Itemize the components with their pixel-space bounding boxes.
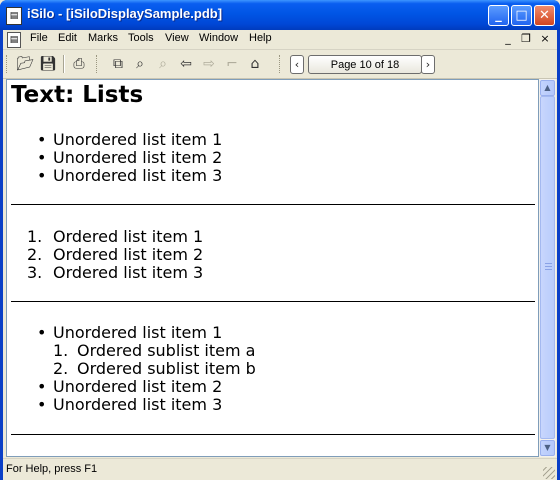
app-window: ▤ iSilo - [iSiloDisplaySample.pdb] _ □ ✕… <box>0 0 560 480</box>
home-icon[interactable]: ⌂ <box>245 54 265 74</box>
bullet-icon: • <box>37 130 47 149</box>
bullet-icon: • <box>37 395 47 414</box>
menu-view[interactable]: View <box>165 32 189 44</box>
mdi-restore-button[interactable]: ❐ <box>518 32 534 46</box>
find-icon[interactable]: ⌕ <box>130 54 150 74</box>
toolbar-grip[interactable] <box>279 55 283 73</box>
bookmark-icon[interactable]: ⌐ <box>222 54 242 74</box>
minimize-button[interactable]: _ <box>488 5 509 26</box>
menu-bar: ▤ File Edit Marks Tools View Window Help… <box>3 30 557 50</box>
page-title: Text: Lists <box>11 82 144 108</box>
bullet-icon: • <box>37 166 47 185</box>
title-bar[interactable]: ▤ iSilo - [iSiloDisplaySample.pdb] _ □ ✕ <box>0 0 560 30</box>
list-item: Unordered list item 2 <box>53 377 223 396</box>
isilo-doc-icon[interactable]: ▤ <box>6 7 22 25</box>
forward-icon[interactable]: ⇨ <box>199 54 219 74</box>
list-number: 2. <box>53 359 69 378</box>
sublist-item: Ordered sublist item b <box>77 359 256 378</box>
list-item: Unordered list item 2 <box>53 148 223 167</box>
list-number: 2. <box>27 245 43 264</box>
list-number: 3. <box>27 263 43 282</box>
list-item: Unordered list item 1 <box>53 130 223 149</box>
copy-icon[interactable]: ⧉ <box>108 54 128 74</box>
menu-help[interactable]: Help <box>249 32 272 44</box>
document-menu-icon[interactable]: ▤ <box>7 32 21 48</box>
find-next-icon[interactable]: ⌕ <box>153 54 173 74</box>
vertical-scrollbar[interactable]: ▲ ▼ <box>539 79 556 457</box>
mdi-close-button[interactable]: × <box>537 32 553 46</box>
menu-marks[interactable]: Marks <box>88 32 118 44</box>
maximize-button[interactable]: □ <box>511 5 532 26</box>
previous-page-button[interactable]: ‹ <box>290 55 304 74</box>
back-icon[interactable]: ⇦ <box>176 54 196 74</box>
client-area: ▤ File Edit Marks Tools View Window Help… <box>3 30 557 480</box>
bullet-icon: • <box>37 377 47 396</box>
list-item: Unordered list item 1 <box>53 323 223 342</box>
list-item: Unordered list item 3 <box>53 395 223 414</box>
toolbar-separator <box>63 55 65 73</box>
menu-tools[interactable]: Tools <box>128 32 154 44</box>
menu-edit[interactable]: Edit <box>58 32 77 44</box>
bullet-icon: • <box>37 148 47 167</box>
status-bar: For Help, press F1 <box>3 458 557 480</box>
horizontal-rule <box>11 301 535 302</box>
page-indicator[interactable]: Page 10 of 18 <box>308 55 422 74</box>
list-number: 1. <box>27 227 43 246</box>
print-icon[interactable]: ⎙ <box>69 54 89 74</box>
horizontal-rule <box>11 204 535 205</box>
open-folder-icon[interactable]: 📂︎ <box>15 54 35 74</box>
toolbar-grip[interactable] <box>96 55 100 73</box>
scroll-thumb[interactable] <box>540 96 555 439</box>
menu-file[interactable]: File <box>30 32 48 44</box>
thumb-grip <box>545 269 552 270</box>
horizontal-rule <box>11 434 535 435</box>
mdi-minimize-button[interactable]: _ <box>500 32 516 46</box>
scroll-down-button[interactable]: ▼ <box>540 440 555 456</box>
toolbar: 📂︎ 💾︎ ⎙ ⧉ ⌕ ⌕ ⇦ ⇨ ⌐ ⌂ ‹ Page 10 of 18 › <box>3 50 557 79</box>
next-page-button[interactable]: › <box>421 55 435 74</box>
bullet-icon: • <box>37 323 47 342</box>
thumb-grip <box>545 266 552 267</box>
toolbar-grip[interactable] <box>6 55 10 73</box>
menu-window[interactable]: Window <box>199 32 238 44</box>
list-number: 1. <box>53 341 69 360</box>
status-text: For Help, press F1 <box>6 463 98 475</box>
resize-grip-icon[interactable] <box>543 467 555 479</box>
list-item: Ordered list item 2 <box>53 245 204 264</box>
document-view[interactable]: Text: Lists • Unordered list item 1 • Un… <box>6 79 539 457</box>
list-item: Unordered list item 3 <box>53 166 223 185</box>
sublist-item: Ordered sublist item a <box>77 341 256 360</box>
list-item: Ordered list item 1 <box>53 227 204 246</box>
window-title: iSilo - [iSiloDisplaySample.pdb] <box>27 6 223 21</box>
close-button[interactable]: ✕ <box>534 5 555 26</box>
scroll-up-button[interactable]: ▲ <box>540 80 555 96</box>
list-item: Ordered list item 3 <box>53 263 204 282</box>
save-icon[interactable]: 💾︎ <box>38 54 58 74</box>
thumb-grip <box>545 263 552 264</box>
